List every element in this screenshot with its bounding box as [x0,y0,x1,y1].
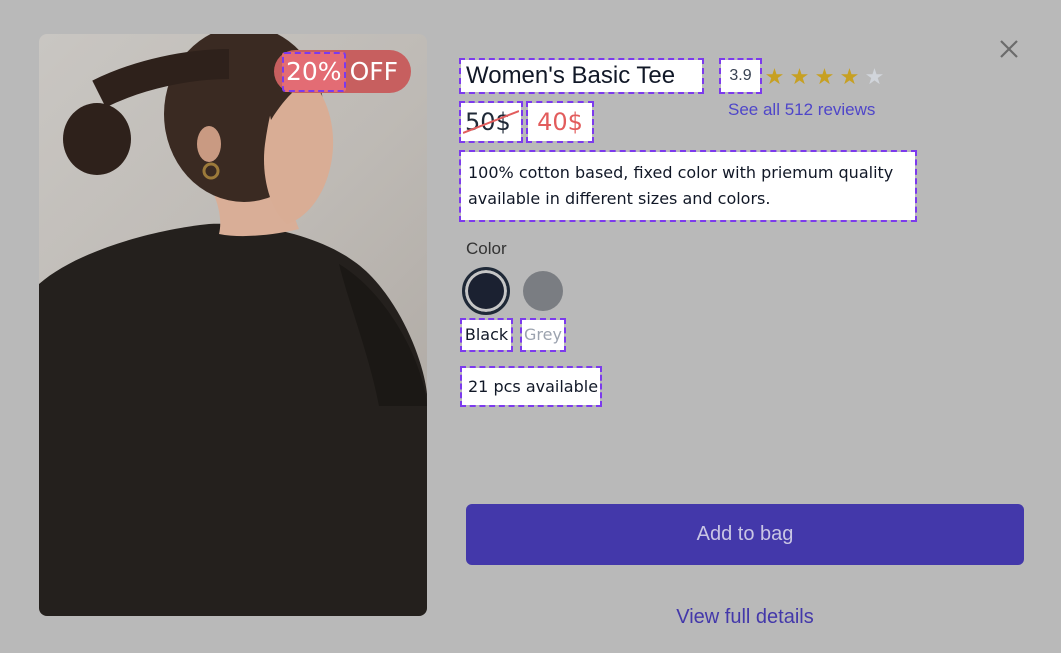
original-price-value: 50$ [465,108,511,136]
product-title: Women's Basic Tee [459,58,704,94]
rating-value: 3.9 [719,58,762,94]
sale-price: 40$ [526,101,594,143]
star-icon: ★ [789,64,810,89]
product-image [39,34,427,616]
star-icon: ★ [864,64,885,89]
discount-percent: 20% [282,51,346,92]
star-icon: ★ [814,64,835,89]
color-swatch-grey[interactable] [523,271,563,311]
stock-availability: 21 pcs available [460,366,602,407]
star-icon: ★ [839,64,860,89]
add-to-bag-button[interactable]: Add to bag [466,504,1024,565]
color-name-grey: Grey [520,318,566,352]
discount-badge: 20% OFF [274,50,411,93]
product-description: 100% cotton based, fixed color with prie… [459,150,917,222]
color-swatch-black[interactable] [462,267,510,315]
close-icon[interactable] [994,34,1024,64]
see-all-reviews-link[interactable]: See all 512 reviews [728,100,875,120]
product-photo [39,34,427,616]
view-full-details-link[interactable]: View full details [466,606,1024,629]
discount-off-label: OFF [349,57,399,86]
color-name-black: Black [460,318,513,352]
original-price: 50$ [459,101,523,143]
color-label: Color [466,239,507,258]
rating-stars: ★ ★ ★ ★ ★ [762,64,887,90]
star-icon: ★ [764,64,785,89]
